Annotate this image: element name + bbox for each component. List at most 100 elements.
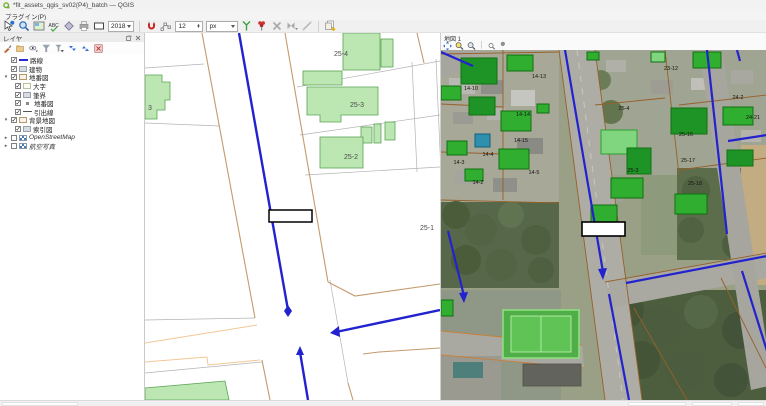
redaction-label-box: [582, 222, 625, 236]
status-scale-box[interactable]: [628, 402, 686, 406]
pointer-info-icon[interactable]: [3, 20, 15, 32]
svg-text:25-4: 25-4: [618, 106, 629, 112]
collapse-all-icon[interactable]: [81, 44, 90, 53]
layers-panel-title: レイヤ: [3, 33, 22, 43]
expand-all-icon[interactable]: [68, 44, 77, 53]
expander-icon[interactable]: ▸: [3, 135, 9, 141]
expander-icon[interactable]: ▾: [3, 117, 9, 123]
toolbar-separator: [318, 21, 319, 32]
label-symbol-icon: [26, 102, 29, 105]
print-icon[interactable]: [78, 20, 90, 32]
svg-text:14-10: 14-10: [464, 86, 478, 92]
chevron-down-icon: [231, 25, 235, 28]
redaction-label-box: [269, 210, 312, 222]
layer-item-chiban-labels[interactable]: 地番図: [0, 99, 144, 108]
node-tool-icon[interactable]: [160, 20, 172, 32]
svg-text:25-4: 25-4: [334, 51, 348, 58]
zoom-out-icon[interactable]: [467, 41, 476, 50]
year-dropdown[interactable]: 2018: [108, 21, 134, 32]
svg-text:25-1: 25-1: [420, 225, 434, 232]
diagonal-segment-icon[interactable]: [301, 20, 313, 32]
zoom-icon[interactable]: [18, 20, 30, 32]
zoom-in-icon[interactable]: [455, 41, 464, 50]
svg-text:25-18: 25-18: [688, 181, 702, 187]
layer-item-sakuinzu[interactable]: 索引図: [0, 125, 144, 134]
layer-checkbox[interactable]: [11, 117, 17, 123]
layer-item-kokushashin[interactable]: ▸ 航空写真: [0, 142, 144, 151]
layout-extent-icon[interactable]: [93, 20, 105, 32]
label-branch-icon[interactable]: [241, 20, 253, 32]
group-icon: [19, 74, 27, 80]
svg-text:14-2: 14-2: [472, 180, 483, 186]
status-coordinate-box[interactable]: [2, 402, 78, 406]
menu-bar: プラグイン(P): [0, 11, 766, 20]
layer-checkbox[interactable]: [11, 74, 17, 80]
layer-group-haikeichizu[interactable]: ▾ 背景地図: [0, 116, 144, 125]
filter-expression-icon[interactable]: [55, 44, 64, 53]
svg-text:14-5: 14-5: [528, 170, 539, 176]
bowtie-icon[interactable]: [286, 20, 298, 32]
layer-checkbox[interactable]: [11, 135, 17, 141]
map1-panel-title: 地図 1: [441, 33, 766, 40]
magnifier-icon[interactable]: [487, 41, 496, 50]
map-themes-icon[interactable]: [29, 44, 38, 53]
toolbar-separator: [139, 21, 140, 32]
polygon-symbol-icon: [23, 126, 31, 132]
layer-item-openstreetmap[interactable]: ▸ OpenStreetMap: [0, 133, 144, 142]
pan-icon[interactable]: [443, 41, 452, 50]
close-panel-icon[interactable]: [135, 35, 141, 41]
svg-text:14-13: 14-13: [532, 74, 546, 80]
float-panel-icon[interactable]: [126, 35, 132, 41]
expander-icon[interactable]: ▸: [3, 143, 9, 149]
line-symbol-icon: [19, 59, 28, 62]
layer-checkbox[interactable]: [15, 100, 21, 106]
layer-checkbox[interactable]: [15, 109, 21, 115]
aerial-map-canvas[interactable]: 14-10 14-13 14-14 14-15 14-4 14-3 14-5 1…: [441, 50, 766, 400]
spin-arrows-icon[interactable]: ▲▼: [197, 24, 201, 29]
layer-group-chibanzu[interactable]: ▾ 地番図: [0, 73, 144, 82]
layer-item-hikkai[interactable]: 筆界: [0, 90, 144, 99]
filter-legend-icon[interactable]: [42, 44, 51, 53]
layer-checkbox[interactable]: [15, 126, 21, 132]
font-size-value: 12: [178, 23, 185, 30]
layer-checkbox[interactable]: [15, 92, 21, 98]
font-size-spinbox[interactable]: 12 ▲▼: [175, 21, 203, 32]
layer-checkbox[interactable]: [15, 83, 21, 89]
layer-item-hikidashisen[interactable]: 引出線: [0, 108, 144, 117]
layer-item-ooaza[interactable]: 大字: [0, 82, 144, 91]
layer-styling-icon[interactable]: [3, 44, 12, 53]
remove-layer-icon[interactable]: [94, 44, 103, 53]
polygon-symbol-icon: [19, 66, 27, 72]
status-magnifier-box[interactable]: [692, 402, 732, 406]
copy-add-layer-icon[interactable]: [324, 20, 336, 32]
magnet-snap-icon[interactable]: [145, 20, 157, 32]
menu-plugins[interactable]: プラグイン(P): [0, 11, 51, 21]
measure-icon[interactable]: [63, 20, 75, 32]
raster-symbol-icon: [19, 135, 27, 141]
svg-text:25-17: 25-17: [681, 158, 695, 164]
add-group-icon[interactable]: [16, 44, 25, 53]
layer-item-tatemono[interactable]: 建物: [0, 65, 144, 74]
main-map-canvas[interactable]: 25-4 25-3 25-2 25-1 3: [145, 33, 440, 400]
layer-checkbox[interactable]: [11, 66, 17, 72]
group-icon: [19, 117, 27, 123]
delete-x-icon[interactable]: [271, 20, 283, 32]
main-toolbar: ABC 2018 12 ▲▼ px: [0, 20, 766, 33]
status-rotation-box[interactable]: [738, 402, 764, 406]
layers-panel-toolbar: [0, 42, 144, 54]
status-bar: [0, 400, 766, 406]
unit-dropdown[interactable]: px: [206, 21, 238, 32]
layer-checkbox[interactable]: [11, 57, 17, 63]
svg-text:24-2: 24-2: [732, 95, 743, 101]
layer-item-rosen[interactable]: 路線: [0, 56, 144, 65]
polygon-symbol-icon: [23, 92, 31, 98]
wrench-icon[interactable]: [499, 41, 508, 50]
qgis-logo-icon: [3, 2, 10, 9]
expander-icon[interactable]: ▾: [3, 74, 9, 80]
layer-checkbox[interactable]: [11, 143, 17, 149]
chevron-down-icon: [127, 25, 131, 28]
rose-icon[interactable]: [256, 20, 268, 32]
map-window-icon[interactable]: [33, 20, 45, 32]
abc-label-icon[interactable]: ABC: [48, 20, 60, 32]
svg-text:25-16: 25-16: [679, 132, 693, 138]
